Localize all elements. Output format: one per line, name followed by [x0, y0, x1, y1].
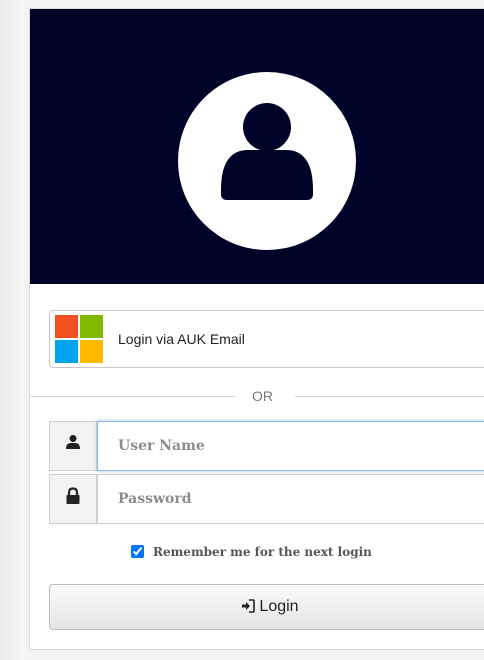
login-button[interactable]: Login: [49, 584, 484, 630]
username-input[interactable]: [97, 421, 484, 471]
login-card: Login via AUK Email OR Remember me for t…: [29, 8, 484, 650]
or-divider: OR: [30, 387, 484, 407]
username-addon: [49, 421, 97, 471]
login-header: [30, 9, 484, 284]
login-via-email-button[interactable]: Login via AUK Email: [49, 310, 484, 368]
login-via-email-label: Login via AUK Email: [118, 331, 245, 347]
sign-in-icon: [242, 599, 256, 613]
remember-me-checkbox[interactable]: [131, 545, 144, 558]
user-avatar-icon: [221, 103, 313, 200]
avatar: [178, 72, 356, 250]
username-group: [49, 421, 484, 471]
password-input[interactable]: [97, 474, 484, 524]
user-icon: [66, 435, 80, 449]
microsoft-logo-icon: [55, 315, 103, 363]
remember-me-label: Remember me for the next login: [153, 545, 372, 559]
password-addon: [49, 474, 97, 524]
lock-icon: [66, 487, 80, 504]
or-text: OR: [252, 388, 273, 404]
page-left-edge: [0, 0, 24, 660]
login-button-label: Login: [259, 598, 299, 615]
password-group: [49, 474, 484, 524]
